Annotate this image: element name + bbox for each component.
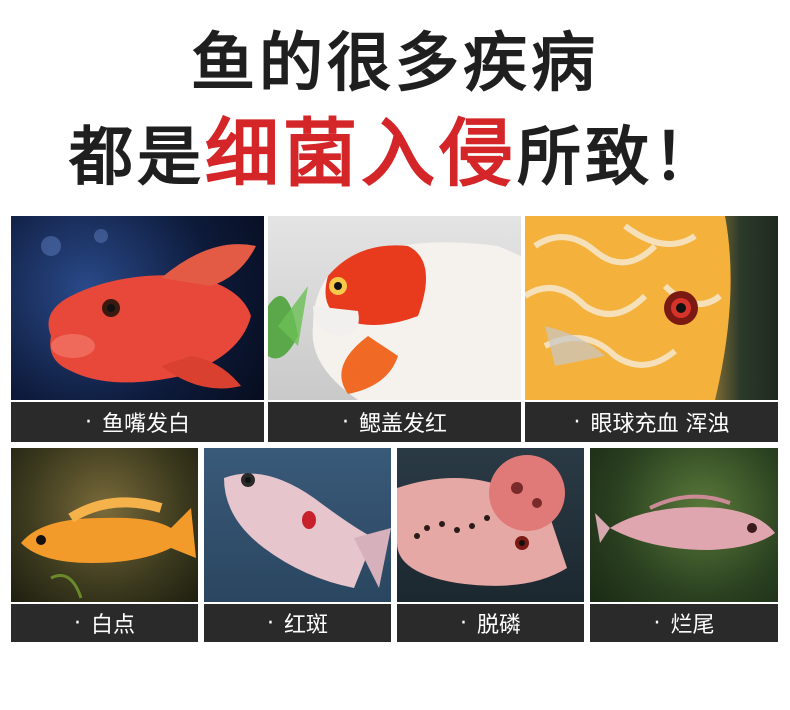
fish-photo — [204, 448, 391, 602]
disease-card-gill-red: · 鳃盖发红 — [268, 216, 521, 442]
caption-bar: · 烂尾 — [590, 604, 778, 642]
headline-line-1: 鱼的很多疾病 — [0, 26, 790, 102]
pink-fish-image — [595, 494, 775, 550]
caption-label: 红斑 — [283, 613, 328, 638]
disease-card-white-spot: · 白点 — [11, 448, 198, 642]
bullet-dot: · — [653, 610, 661, 636]
fish-photo — [590, 448, 778, 602]
discus-fish-image — [525, 216, 731, 400]
disease-card-red-spot: · 红斑 — [204, 448, 391, 642]
caption-bar: · 鱼嘴发白 — [11, 402, 264, 442]
disease-card-mouth-white: · 鱼嘴发白 — [11, 216, 264, 442]
caption-label: 鱼嘴发白 — [101, 412, 190, 437]
goldfish-image — [268, 242, 521, 400]
caption-bar: · 眼球充血 浑浊 — [525, 402, 778, 442]
caption-label: 烂尾 — [670, 613, 715, 638]
bullet-dot: · — [459, 610, 467, 636]
caption-label: 白点 — [90, 613, 135, 638]
fish-photo — [11, 448, 198, 602]
bullet-dot: · — [341, 409, 349, 435]
disease-card-fin-rot: · 烂尾 — [590, 448, 778, 642]
bullet-dot: · — [573, 409, 581, 435]
disease-card-scale-loss: · 脱磷 — [397, 448, 584, 642]
headline-suffix: 所致！ — [517, 121, 721, 195]
caption-label: 鳃盖发红 — [358, 412, 447, 437]
flowerhorn-fish-image — [397, 455, 567, 586]
fish-photo — [11, 216, 264, 400]
fish-photo — [268, 216, 521, 400]
headline-text-1: 鱼的很多疾病 — [191, 27, 599, 101]
caption-bar: · 白点 — [11, 604, 198, 642]
fish-photo — [397, 448, 584, 602]
caption-bar: · 红斑 — [204, 604, 391, 642]
pale-fish-image — [224, 473, 391, 588]
caption-bar: · 鳃盖发红 — [268, 402, 521, 442]
caption-bar: · 脱磷 — [397, 604, 584, 642]
disease-card-eye-bloodshot: · 眼球充血 浑浊 — [525, 216, 778, 442]
bullet-dot: · — [73, 610, 81, 636]
headline-line-2: 都是细菌入侵所致！ — [0, 114, 790, 198]
headline-highlight: 细菌入侵 — [205, 111, 517, 197]
fish-photo — [525, 216, 778, 400]
bullet-dot: · — [266, 610, 274, 636]
caption-label: 眼球充血 浑浊 — [590, 412, 730, 437]
headline-prefix: 都是 — [69, 121, 205, 195]
bullet-dot: · — [84, 409, 92, 435]
caption-label: 脱磷 — [476, 613, 521, 638]
yellow-cichlid-image — [21, 497, 196, 599]
red-parrot-fish-image — [41, 229, 256, 389]
